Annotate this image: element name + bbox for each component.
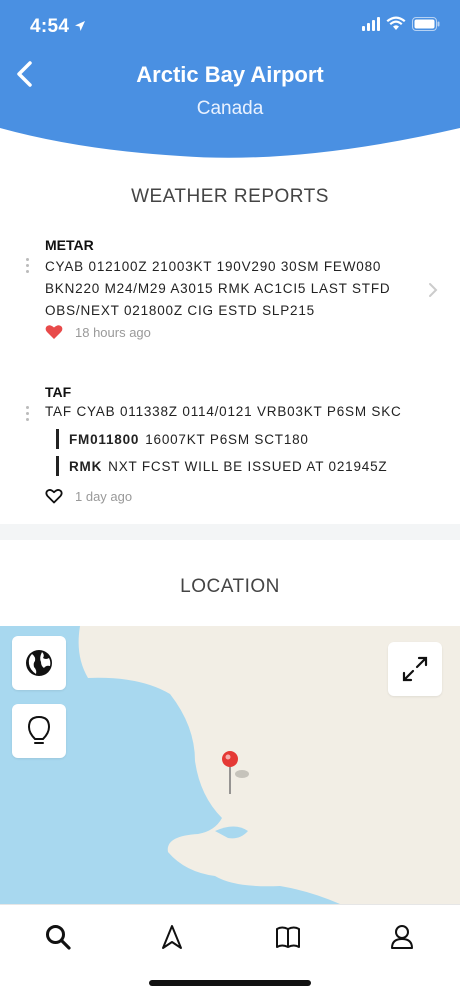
lightbulb-icon <box>27 715 51 744</box>
taf-time-ago: 1 day ago <box>75 488 133 504</box>
location-pin-icon[interactable] <box>218 750 252 798</box>
taf-group: RMK NXT FCST WILL BE ISSUED AT 021945Z <box>56 455 387 477</box>
status-bar: 4:54 <box>0 14 460 42</box>
chevron-right-icon[interactable] <box>428 282 438 298</box>
taf-group-code: FM011800 <box>69 431 140 447</box>
navigation-icon <box>162 925 182 949</box>
globe-icon <box>26 650 52 676</box>
drag-handle-icon[interactable] <box>24 406 30 421</box>
taf-group-text: NXT FCST WILL BE ISSUED AT 021945Z <box>108 458 388 474</box>
weather-reports-title: WEATHER REPORTS <box>131 186 329 207</box>
taf-type-label: TAF <box>45 384 72 400</box>
home-indicator[interactable] <box>149 980 311 986</box>
map-view[interactable] <box>0 626 460 904</box>
metar-type-label: METAR <box>45 237 94 253</box>
wifi-icon <box>386 16 406 30</box>
expand-map-button[interactable] <box>388 642 442 696</box>
expand-icon <box>402 656 428 682</box>
search-icon <box>46 925 71 950</box>
section-divider <box>0 524 460 540</box>
tab-search[interactable] <box>38 917 78 957</box>
location-arrow-icon <box>75 21 85 31</box>
status-time: 4:54 <box>30 16 70 37</box>
taf-group: FM011800 16007KT P6SM SCT180 <box>56 428 309 450</box>
globe-button[interactable] <box>12 636 66 690</box>
tab-navigation[interactable] <box>152 917 192 957</box>
lightbulb-button[interactable] <box>12 704 66 758</box>
taf-group-code: RMK <box>69 458 103 474</box>
location-title: LOCATION <box>180 576 280 597</box>
heart-outline-icon[interactable] <box>45 488 63 504</box>
battery-icon <box>412 16 440 31</box>
header: 4:54 Arctic Bay Airport Canada <box>0 0 460 170</box>
page-subtitle: Canada <box>196 98 264 119</box>
taf-line: TAF CYAB 011338Z 0114/0121 VRB03KT P6SM … <box>45 404 402 419</box>
signal-icon <box>362 16 380 31</box>
tab-map[interactable] <box>268 917 308 957</box>
taf-group-text: 16007KT P6SM SCT180 <box>145 431 309 447</box>
metar-line: CYAB 012100Z 21003KT 190V290 30SM FEW080 <box>45 259 382 274</box>
map-icon <box>276 926 300 948</box>
metar-line: OBS/NEXT 021800Z CIG ESTD SLP215 <box>45 303 315 318</box>
metar-time-ago: 18 hours ago <box>75 324 151 340</box>
metar-line: BKN220 M24/M29 A3015 RMK AC1CI5 LAST STF… <box>45 281 391 296</box>
drag-handle-icon[interactable] <box>24 258 30 273</box>
profile-icon <box>391 925 413 949</box>
page-title: Arctic Bay Airport <box>136 62 324 87</box>
metar-text: CYAB 012100Z 21003KT 190V290 30SM FEW080… <box>45 256 425 322</box>
heart-filled-icon[interactable] <box>45 324 63 340</box>
tab-profile[interactable] <box>382 917 422 957</box>
